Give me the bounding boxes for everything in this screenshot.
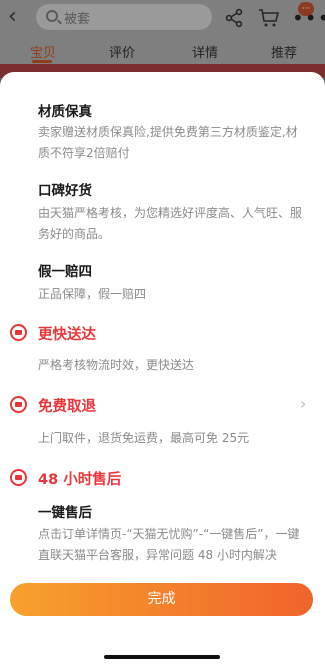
more-button[interactable]: ··· ••• [290, 2, 325, 32]
more-icon: ••• [292, 6, 325, 30]
service-desc-delivery: 严格考核物流时效，更快送达 [38, 358, 195, 372]
tab-recommend[interactable]: 推荐 [271, 42, 297, 61]
item-title-genuine: 假一赔四 [38, 264, 92, 280]
item-desc-reputation: 由天猫严格考核，为您精选好评度高、人气旺、服务好的商品。 [38, 206, 303, 241]
tab-underline [32, 60, 52, 63]
item-title-reputation: 口碑好货 [38, 183, 92, 199]
item-desc-genuine: 正品保障，假一赔四 [38, 287, 147, 301]
share-icon[interactable] [224, 8, 244, 28]
chevron-right-icon[interactable]: › [300, 394, 306, 413]
tab-reviews[interactable]: 评价 [109, 42, 135, 61]
done-button[interactable]: 完成 [10, 583, 313, 616]
item-desc-material: 卖家赠送材质保真险,提供免费第三方材质鉴定,材质不符享2倍赔付 [38, 125, 298, 160]
after-sales-subtitle: 一键售后 [38, 505, 92, 521]
search-placeholder: 被套 [64, 12, 91, 27]
after-sales-desc: 点击订单详情页-“天猫无忧购”-“一键售后”，一键直联天猫平台客服，异常问题 4… [38, 527, 300, 562]
service-title-delivery: 更快送达 [38, 327, 96, 343]
search-icon [46, 10, 58, 22]
delivery-icon [10, 324, 27, 341]
top-bar: ‹ 被套 ··· ••• [0, 0, 325, 36]
after-sales-icon [10, 469, 27, 486]
cart-icon[interactable] [258, 8, 280, 28]
service-sheet: 材质保真 卖家赠送材质保真险,提供免费第三方材质鉴定,材质不符享2倍赔付 口碑好… [0, 72, 325, 666]
tab-bar: 宝贝 评价 详情 推荐 [0, 36, 325, 64]
service-title-after-sales: 48 小时售后 [38, 472, 122, 488]
service-desc-return: 上门取件，退货免运费，最高可免 25元 [38, 431, 250, 445]
tab-product[interactable]: 宝贝 [30, 42, 56, 61]
search-input[interactable]: 被套 [36, 4, 212, 30]
home-indicator [104, 655, 220, 659]
return-icon [10, 396, 27, 413]
service-title-return[interactable]: 免费取退 [38, 395, 96, 416]
tab-details[interactable]: 详情 [192, 42, 218, 61]
back-icon[interactable]: ‹ [8, 4, 32, 30]
item-title-material: 材质保真 [38, 104, 92, 120]
